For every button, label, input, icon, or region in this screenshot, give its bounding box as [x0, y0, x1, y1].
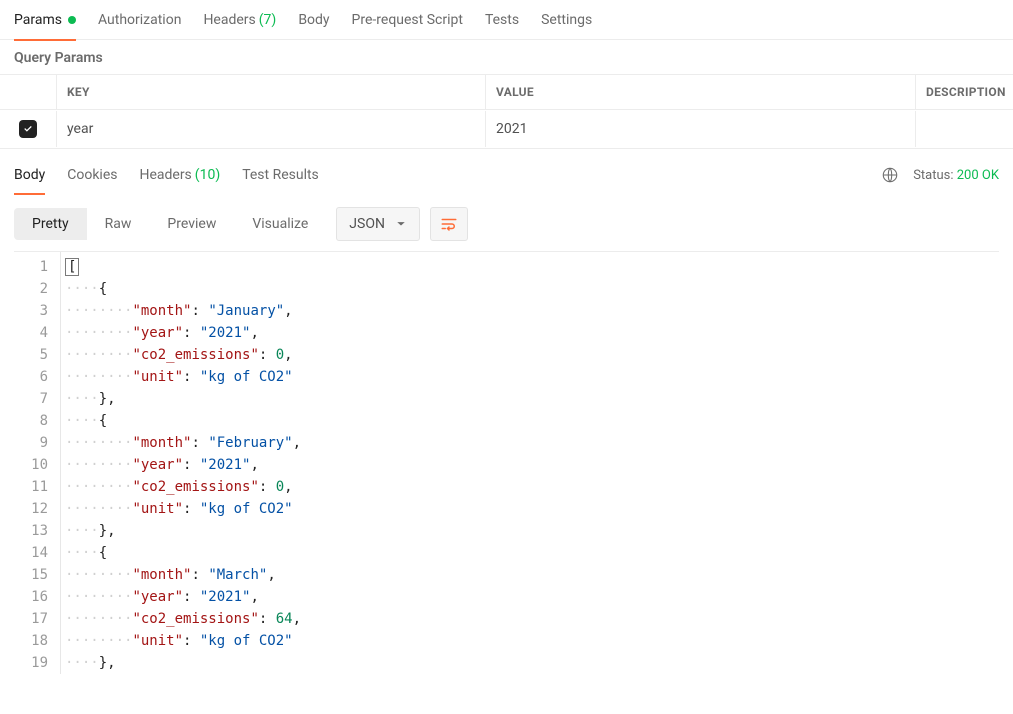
resp-tab-body[interactable]: Body	[14, 155, 45, 195]
params-table-header: KEY VALUE DESCRIPTION	[0, 75, 1013, 110]
resp-tab-headers-count: (10)	[195, 167, 220, 183]
tab-settings-label: Settings	[541, 12, 592, 28]
tab-body-label: Body	[298, 12, 329, 28]
wrap-lines-button[interactable]	[430, 207, 468, 241]
view-mode-segment: Pretty Raw Preview Visualize	[14, 208, 326, 240]
tab-settings[interactable]: Settings	[541, 0, 592, 40]
resp-tab-cookies[interactable]: Cookies	[67, 155, 117, 195]
resp-tab-headers[interactable]: Headers (10)	[139, 155, 220, 195]
view-visualize[interactable]: Visualize	[234, 208, 326, 240]
line-number-gutter: 12345678910111213141516171819	[14, 252, 60, 674]
col-header-checkbox	[0, 82, 56, 102]
params-table: KEY VALUE DESCRIPTION year 2021	[0, 74, 1013, 149]
resp-tab-headers-label: Headers	[139, 167, 191, 183]
tab-authorization[interactable]: Authorization	[98, 0, 181, 40]
status-block: Status: 200 OK	[913, 168, 999, 183]
status-label: Status:	[913, 168, 953, 183]
tab-params[interactable]: Params	[14, 0, 76, 40]
view-raw[interactable]: Raw	[87, 208, 150, 240]
view-preview[interactable]: Preview	[149, 208, 234, 240]
row-key[interactable]: year	[56, 111, 486, 147]
tab-pre-request[interactable]: Pre-request Script	[352, 0, 463, 40]
params-active-dot-icon	[68, 16, 76, 24]
resp-tab-test-results[interactable]: Test Results	[242, 155, 319, 195]
checkmark-icon	[22, 123, 34, 135]
tab-headers-count: (7)	[259, 12, 277, 28]
col-header-value: VALUE	[486, 75, 916, 109]
body-toolbar: Pretty Raw Preview Visualize JSON	[0, 195, 1013, 251]
response-tabs: Body Cookies Headers (10) Test Results	[14, 155, 319, 195]
status-value: 200 OK	[957, 168, 999, 183]
row-value[interactable]: 2021	[486, 111, 916, 147]
row-checkbox-cell	[0, 110, 56, 148]
globe-icon[interactable]	[881, 166, 899, 184]
row-checkbox[interactable]	[19, 120, 37, 138]
chevron-down-icon	[395, 218, 407, 230]
request-tabs: Params Authorization Headers (7) Body Pr…	[0, 0, 1013, 40]
resp-tab-cookies-label: Cookies	[67, 167, 117, 183]
tab-tests-label: Tests	[485, 12, 519, 28]
table-row: year 2021	[0, 110, 1013, 148]
row-description[interactable]	[916, 119, 1013, 139]
response-body-editor[interactable]: 12345678910111213141516171819 [····{····…	[14, 251, 999, 684]
response-meta: Status: 200 OK	[881, 166, 999, 184]
tab-headers-label: Headers	[203, 12, 255, 28]
query-params-heading: Query Params	[0, 40, 1013, 74]
view-pretty[interactable]: Pretty	[14, 208, 87, 240]
tab-pre-request-label: Pre-request Script	[352, 12, 463, 28]
resp-tab-test-results-label: Test Results	[242, 167, 319, 183]
format-select-value: JSON	[349, 216, 385, 232]
format-select[interactable]: JSON	[336, 207, 420, 241]
col-header-key: KEY	[56, 75, 486, 109]
tab-headers[interactable]: Headers (7)	[203, 0, 276, 40]
response-header-row: Body Cookies Headers (10) Test Results S…	[0, 155, 1013, 195]
resp-tab-body-label: Body	[14, 167, 45, 183]
col-header-description: DESCRIPTION	[916, 75, 1013, 109]
text-wrap-icon	[440, 215, 458, 233]
tab-tests[interactable]: Tests	[485, 0, 519, 40]
tab-authorization-label: Authorization	[98, 12, 181, 28]
tab-body[interactable]: Body	[298, 0, 329, 40]
code-lines: [····{········"month": "January",·······…	[60, 252, 999, 674]
tab-params-label: Params	[14, 12, 62, 28]
